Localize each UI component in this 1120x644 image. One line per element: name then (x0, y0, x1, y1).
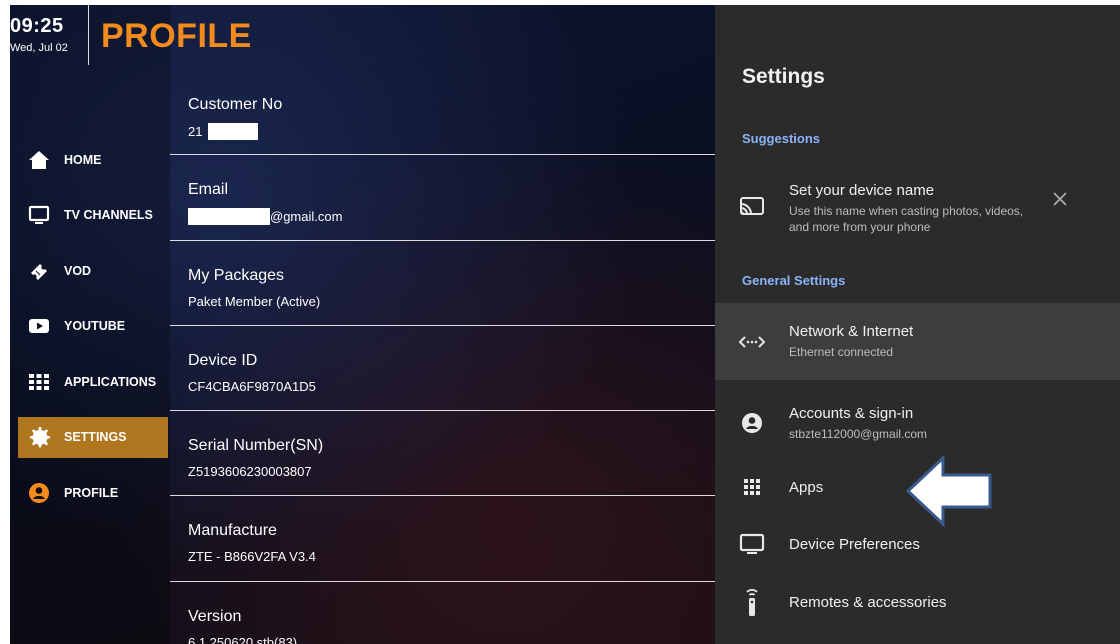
info-value: Z5193606230003807 (188, 464, 312, 480)
info-label: Device ID (188, 351, 258, 369)
info-row-serial: Serial Number(SN) Z5193606230003807 (170, 411, 715, 497)
general-settings-header: General Settings (742, 273, 846, 288)
info-value: Paket Member (Active) (188, 293, 321, 309)
nav-item-youtube[interactable]: YOUTUBE (18, 306, 168, 347)
profile-app: 09:25 Wed, Jul 02 PROFILE HOME TV CHANNE… (10, 5, 715, 644)
suggestions-header: Suggestions (742, 131, 821, 146)
accounts-title: Accounts & sign-in (789, 404, 914, 422)
nav-label: PROFILE (64, 485, 119, 500)
nav-label: YOUTUBE (64, 319, 126, 333)
accounts-subtitle: stbzte112000@gmail.com (789, 426, 928, 441)
network-title: Network & Internet (789, 323, 914, 340)
youtube-icon (26, 315, 52, 337)
settings-item-remotes[interactable]: Remotes & accessories (715, 581, 1120, 623)
nav-item-settings[interactable]: SETTINGS (18, 416, 168, 458)
suggestion-title: Set your device name (789, 182, 935, 199)
sidebar-nav: HOME TV CHANNELS VOD YOUTUBE APPLICATION… (18, 139, 168, 528)
settings-item-device-preferences[interactable]: Device Preferences (715, 524, 1120, 564)
nav-label: TV CHANNELS (64, 208, 153, 222)
remotes-title: Remotes & accessories (789, 593, 947, 611)
clock-date: Wed, Jul 02 (10, 42, 68, 54)
account-icon (715, 412, 789, 434)
apps-title: Apps (789, 478, 824, 496)
info-value: ZTE - B866V2FA V3.4 (188, 549, 316, 565)
nav-item-home[interactable]: HOME (18, 139, 168, 180)
info-row-packages: My Packages Paket Member (Active) (170, 241, 715, 326)
nav-item-tv-channels[interactable]: TV CHANNELS (18, 195, 168, 236)
nav-item-vod[interactable]: VOD (18, 250, 168, 291)
info-label: Customer No (188, 96, 283, 113)
device-preferences-title: Device Preferences (789, 535, 920, 553)
header-divider (88, 5, 89, 65)
monitor-icon (715, 533, 789, 555)
info-label: Serial Number(SN) (188, 437, 324, 455)
info-label: My Packages (188, 266, 285, 284)
cast-icon (715, 182, 789, 218)
info-row-email: Email @gmail.com (170, 155, 715, 241)
info-row-customer-no: Customer No 21 (170, 70, 715, 156)
nav-item-applications[interactable]: APPLICATIONS (18, 361, 168, 402)
network-subtitle: Ethernet connected (789, 345, 894, 359)
settings-item-accounts[interactable]: Accounts & sign-in stbzte112000@gmail.co… (715, 393, 1120, 453)
info-value: 6.1.250620.stb(83) (188, 634, 298, 644)
suggestion-set-device-name[interactable]: Set your device name Use this name when … (715, 175, 1120, 245)
redaction-box (208, 123, 259, 140)
clock: 09:25 Wed, Jul 02 (10, 15, 68, 54)
nav-label: HOME (64, 152, 102, 167)
info-value: CF4CBA6F9870A1D5 (188, 378, 316, 394)
user-icon (26, 482, 52, 504)
apps-grid-icon (26, 371, 52, 393)
remote-icon (715, 587, 789, 617)
settings-title: Settings (742, 65, 825, 88)
info-row-version: Version 6.1.250620.stb(83) (170, 582, 715, 644)
email-domain: @gmail.com (270, 209, 343, 225)
home-icon (26, 149, 52, 171)
nav-label: APPLICATIONS (64, 374, 157, 389)
gear-icon (26, 426, 52, 448)
info-row-device-id: Device ID CF4CBA6F9870A1D5 (170, 326, 715, 412)
info-label: Email (188, 181, 229, 199)
clock-time: 09:25 (10, 15, 64, 37)
ticket-icon (26, 260, 52, 282)
close-icon[interactable] (1052, 191, 1068, 212)
redaction-box (188, 208, 270, 226)
info-label: Manufacture (188, 522, 277, 540)
profile-info-list: Customer No 21 Email @gmail.com My Packa… (170, 70, 715, 644)
nav-label: VOD (64, 263, 92, 278)
pointer-arrow-annotation (905, 455, 992, 527)
page-title: PROFILE (101, 17, 252, 55)
settings-panel: Settings Suggestions Set your device nam… (715, 5, 1120, 644)
apps-grid-icon (715, 478, 789, 496)
nav-item-profile[interactable]: PROFILE (18, 472, 168, 513)
settings-item-network[interactable]: Network & Internet Ethernet connected (715, 303, 1120, 380)
customer-no-prefix: 21 (188, 124, 203, 139)
suggestion-subtitle: Use this name when casting photos, video… (789, 204, 1024, 234)
info-label: Version (188, 607, 242, 625)
nav-label: SETTINGS (64, 430, 127, 444)
info-value: 21 (188, 123, 715, 140)
info-row-manufacture: Manufacture ZTE - B866V2FA V3.4 (170, 496, 715, 582)
tv-icon (26, 204, 52, 226)
info-value: @gmail.com (188, 208, 715, 226)
network-icon (715, 335, 789, 349)
